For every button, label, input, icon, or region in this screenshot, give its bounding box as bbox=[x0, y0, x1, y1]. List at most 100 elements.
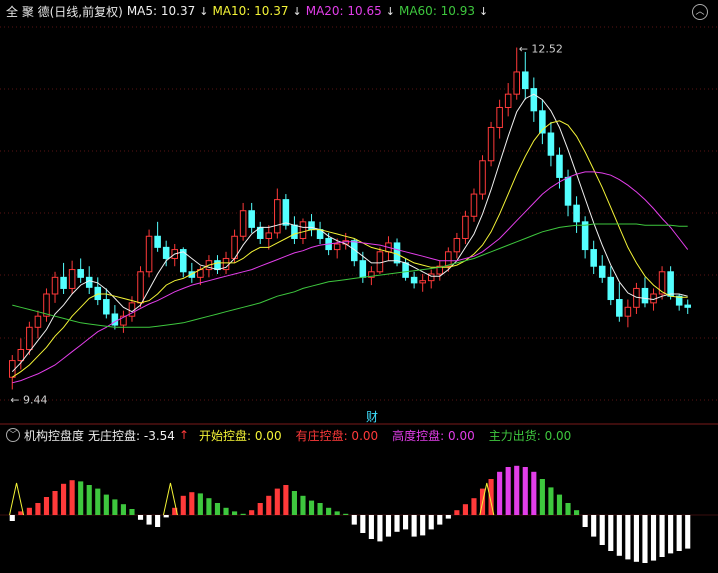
candle-body-1 bbox=[17, 348, 25, 362]
indicator-bar-6 bbox=[61, 483, 67, 515]
indicator-item-distribution: 主力出货: 0.00 bbox=[488, 428, 572, 443]
candle-body-53 bbox=[462, 215, 469, 239]
candle-body-6 bbox=[60, 276, 67, 289]
high-label: ← 12.52 bbox=[519, 43, 563, 56]
candle-body-61 bbox=[530, 88, 538, 112]
indicator-bar-42 bbox=[368, 515, 374, 539]
start-marker-0 bbox=[9, 482, 25, 516]
indicator-bar-3 bbox=[35, 503, 41, 515]
indicator-bar-24 bbox=[214, 503, 221, 515]
candle-body-3 bbox=[34, 315, 42, 328]
chevron-down-icon[interactable]: ﹀ bbox=[6, 428, 20, 442]
indicator-bar-61 bbox=[531, 471, 537, 515]
candle-body-2 bbox=[26, 326, 33, 350]
candle-body-68 bbox=[590, 249, 597, 267]
candle-body-72 bbox=[624, 306, 632, 317]
indicator-bar-60 bbox=[522, 467, 528, 515]
indicator-bar-37 bbox=[326, 507, 332, 515]
candle-body-64 bbox=[556, 154, 563, 178]
indicator-bar-52 bbox=[454, 510, 460, 515]
candle-body-69 bbox=[598, 265, 606, 278]
candle-body-46 bbox=[402, 262, 409, 278]
candle-body-10 bbox=[94, 286, 102, 301]
candle-body-59 bbox=[513, 71, 521, 95]
indicator-bar-44 bbox=[385, 515, 392, 537]
candle-body-45 bbox=[393, 242, 401, 264]
indicator-item-none: 无庄控盘: -3.54 bbox=[88, 428, 175, 443]
indicator-bar-57 bbox=[497, 471, 503, 515]
indicator-bar-21 bbox=[189, 492, 195, 515]
indicator-bar-35 bbox=[308, 500, 315, 515]
indicator-bar-66 bbox=[574, 510, 580, 515]
indicator-bar-30 bbox=[266, 495, 272, 515]
indicator-bar-45 bbox=[394, 515, 400, 532]
candle-body-63 bbox=[547, 132, 555, 156]
indicator-bar-12 bbox=[112, 499, 118, 515]
indicator-bar-77 bbox=[668, 515, 674, 554]
indicator-bar-23 bbox=[206, 498, 212, 515]
candle-body-41 bbox=[359, 260, 367, 278]
indicator-header: ﹀ 机构控盘度 无庄控盘: -3.54 ↑ 开始控盘: 0.00 有庄控盘: 0.… bbox=[0, 424, 718, 446]
indicator-bar-64 bbox=[556, 494, 563, 515]
indicator-bar-13 bbox=[120, 504, 126, 515]
event-marker[interactable]: 财 bbox=[366, 408, 378, 425]
indicator-item-start: 开始控盘: 0.00 bbox=[199, 428, 282, 443]
candle-body-28 bbox=[248, 210, 255, 228]
candle-body-70 bbox=[607, 276, 615, 301]
indicator-bar-65 bbox=[565, 503, 571, 515]
indicator-bar-53 bbox=[462, 504, 468, 515]
indicator-bar-32 bbox=[283, 485, 289, 515]
candle-body-38 bbox=[333, 243, 341, 251]
indicator-bar-7 bbox=[69, 480, 75, 515]
candle-body-65 bbox=[564, 176, 572, 206]
candle-body-8 bbox=[77, 269, 84, 278]
candle-body-30 bbox=[265, 232, 273, 239]
indicator-bar-68 bbox=[591, 515, 597, 537]
indicator-bar-17 bbox=[155, 515, 161, 527]
candlestick-chart[interactable]: ← 12.52 ← 9.44 bbox=[0, 0, 718, 573]
candle-body-24 bbox=[214, 260, 221, 271]
indicator-bar-63 bbox=[548, 487, 554, 515]
indicator-bar-67 bbox=[582, 515, 588, 527]
indicator-bar-25 bbox=[223, 507, 229, 515]
indicator-bar-62 bbox=[539, 479, 545, 515]
candle-body-58 bbox=[504, 93, 512, 108]
candle-body-66 bbox=[573, 204, 580, 223]
candle-body-17 bbox=[154, 235, 161, 248]
indicator-bar-50 bbox=[437, 515, 443, 525]
indicator-name[interactable]: 机构控盘度 bbox=[24, 427, 84, 444]
indicator-item-controlled: 有庄控盘: 0.00 bbox=[295, 428, 379, 443]
indicator-bar-14 bbox=[129, 509, 135, 515]
candle-body-60 bbox=[521, 71, 529, 90]
candle-body-27 bbox=[239, 210, 247, 237]
indicator-bar-4 bbox=[43, 497, 50, 515]
indicator-bar-39 bbox=[343, 513, 349, 515]
candle-body-55 bbox=[479, 160, 486, 195]
candle-body-74 bbox=[641, 287, 649, 304]
candle-body-15 bbox=[137, 271, 144, 304]
low-label: ← 9.44 bbox=[10, 393, 47, 406]
candle-body-47 bbox=[410, 276, 418, 284]
candle-body-67 bbox=[581, 221, 589, 251]
indicator-bar-5 bbox=[52, 491, 58, 515]
candle-body-5 bbox=[51, 276, 59, 295]
indicator-bar-38 bbox=[334, 511, 340, 515]
indicator-bar-58 bbox=[505, 467, 511, 515]
indicator-bar-75 bbox=[650, 515, 657, 561]
indicator-bar-59 bbox=[514, 465, 520, 515]
candle-body-31 bbox=[274, 199, 281, 234]
indicator-bar-41 bbox=[360, 515, 366, 533]
candle-body-51 bbox=[445, 251, 452, 267]
up-arrow-icon: ↑ bbox=[178, 428, 189, 442]
indicator-bar-36 bbox=[317, 503, 323, 515]
indicator-bar-20 bbox=[180, 495, 186, 515]
candle-body-11 bbox=[103, 299, 110, 315]
candle-body-52 bbox=[453, 237, 461, 253]
indicator-bar-11 bbox=[103, 494, 109, 515]
candle-body-57 bbox=[496, 106, 503, 128]
indicator-bar-22 bbox=[197, 493, 203, 515]
indicator-bar-70 bbox=[608, 515, 614, 551]
candle-body-48 bbox=[419, 280, 426, 284]
indicator-bar-47 bbox=[411, 515, 417, 537]
indicator-bar-48 bbox=[420, 515, 426, 536]
